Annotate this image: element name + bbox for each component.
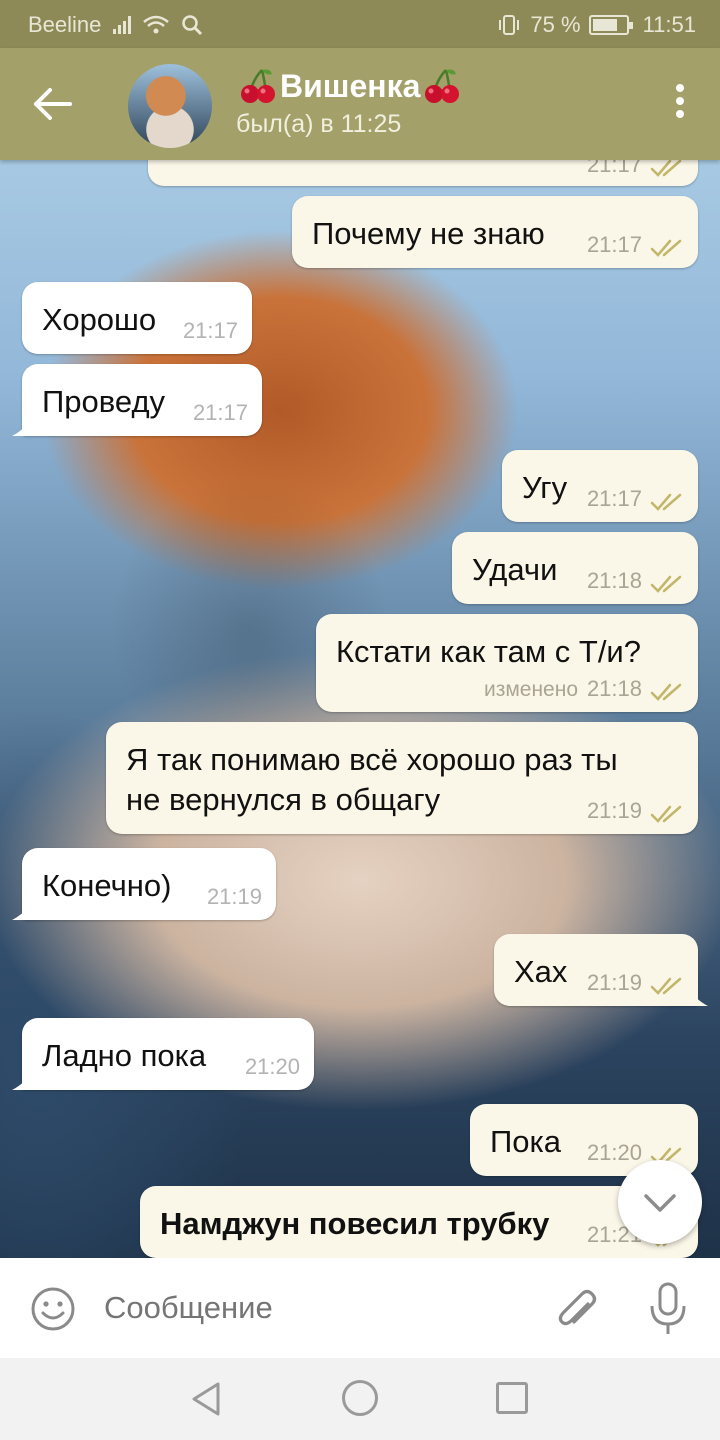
double-check-icon xyxy=(650,683,682,701)
message-input-bar xyxy=(0,1258,720,1358)
battery-icon xyxy=(588,15,633,35)
double-check-icon xyxy=(650,239,682,257)
message-text: Хорошо xyxy=(42,302,157,337)
message-bubble-outgoing[interactable]: Кстати как там с Т/и? изменено 21:18 xyxy=(316,614,698,712)
message-bubble-outgoing[interactable]: Угу 21:17 xyxy=(502,450,698,522)
cherry-icon xyxy=(425,69,460,103)
edited-label: изменено xyxy=(483,678,578,701)
scroll-down-button[interactable] xyxy=(618,1160,702,1244)
chevron-down-icon xyxy=(644,1194,676,1212)
back-arrow-icon[interactable] xyxy=(30,82,78,126)
message-time: 21:19 xyxy=(206,884,262,909)
message-text: Намджун повесил трубку xyxy=(160,1206,550,1241)
cherry-icon xyxy=(241,69,275,103)
message-bubble-outgoing[interactable]: 21:17 xyxy=(148,160,698,186)
contact-name: Вишенка xyxy=(280,67,421,104)
more-vert-icon[interactable] xyxy=(672,84,688,124)
vibrate-icon xyxy=(499,15,520,35)
carrier-name: Beeline xyxy=(28,12,102,37)
message-text: Конечно) xyxy=(42,868,172,903)
bubble-tail xyxy=(12,902,32,920)
message-time: 21:17 xyxy=(192,400,248,425)
emoji-icon[interactable] xyxy=(30,1286,76,1332)
nav-home-icon[interactable] xyxy=(342,1380,378,1416)
message-text: Пока xyxy=(490,1124,562,1159)
message-time: 21:19 xyxy=(586,970,642,995)
message-text: Кстати как там с Т/и? xyxy=(336,634,641,669)
message-bubble-incoming[interactable]: Проведу 21:17 xyxy=(12,364,262,436)
message-bubble-outgoing[interactable]: Хах 21:19 xyxy=(494,934,708,1006)
message-bubble-outgoing[interactable]: Я так понимаю всё хорошо раз ты не верну… xyxy=(106,722,698,834)
bubble-tail xyxy=(688,988,708,1006)
system-nav-bar xyxy=(0,1358,720,1440)
mic-icon[interactable] xyxy=(646,1282,690,1336)
bubble-tail xyxy=(12,418,32,436)
chat-background: 21:17 Почему не знаю 21:17 Хорошо 21:17 … xyxy=(0,160,720,1258)
message-time: 21:19 xyxy=(586,798,642,823)
signal-icon xyxy=(113,16,132,34)
bubble-tail xyxy=(12,1072,32,1090)
battery-percent: 75 % xyxy=(530,12,581,37)
status-bar: Beeline 75 % 11:51 xyxy=(0,0,720,48)
double-check-icon xyxy=(650,575,682,593)
message-bubble-outgoing[interactable]: Удачи 21:18 xyxy=(452,532,698,604)
attach-icon[interactable] xyxy=(552,1284,600,1332)
chat-title[interactable]: Вишенка xyxy=(238,66,462,106)
message-time: 21:18 xyxy=(586,676,642,701)
message-time: 21:17 xyxy=(586,486,642,511)
message-bubble-outgoing[interactable]: Намджун повесил трубку 21:21 xyxy=(140,1186,698,1258)
avatar[interactable] xyxy=(128,64,212,148)
message-bubble-incoming[interactable]: Конечно) 21:19 xyxy=(12,848,276,920)
message-input[interactable] xyxy=(104,1288,524,1328)
message-time: 21:17 xyxy=(182,318,238,343)
double-check-icon xyxy=(650,493,682,511)
chat-header: Вишенка был(а) в 11:25 xyxy=(0,48,720,160)
message-time: 21:20 xyxy=(244,1054,300,1079)
message-text: Хах xyxy=(514,954,568,989)
clock: 11:51 xyxy=(642,12,696,37)
message-text: Удачи xyxy=(472,552,558,587)
search-icon xyxy=(182,15,203,36)
message-bubble-incoming[interactable]: Ладно пока 21:20 xyxy=(12,1018,314,1090)
message-text: Я так понимаю всё хорошо раз ты не верну… xyxy=(126,742,618,817)
message-time: 21:17 xyxy=(586,232,642,257)
wifi-icon xyxy=(143,15,170,34)
double-check-icon xyxy=(650,805,682,823)
message-bubble-incoming[interactable]: Хорошо 21:17 xyxy=(22,282,252,354)
last-seen-status: был(а) в 11:25 xyxy=(236,110,402,138)
message-text: Угу xyxy=(522,470,568,505)
message-time: 21:18 xyxy=(586,568,642,593)
message-text: Почему не знаю xyxy=(312,216,545,251)
nav-back-icon[interactable] xyxy=(188,1380,224,1418)
message-bubble-outgoing[interactable]: Почему не знаю 21:17 xyxy=(292,196,698,268)
double-check-icon xyxy=(650,160,682,177)
double-check-icon xyxy=(650,977,682,995)
message-text: Ладно пока xyxy=(42,1038,207,1073)
nav-recent-icon[interactable] xyxy=(496,1382,528,1414)
message-text: Проведу xyxy=(42,384,166,419)
message-time: 21:17 xyxy=(586,160,642,177)
